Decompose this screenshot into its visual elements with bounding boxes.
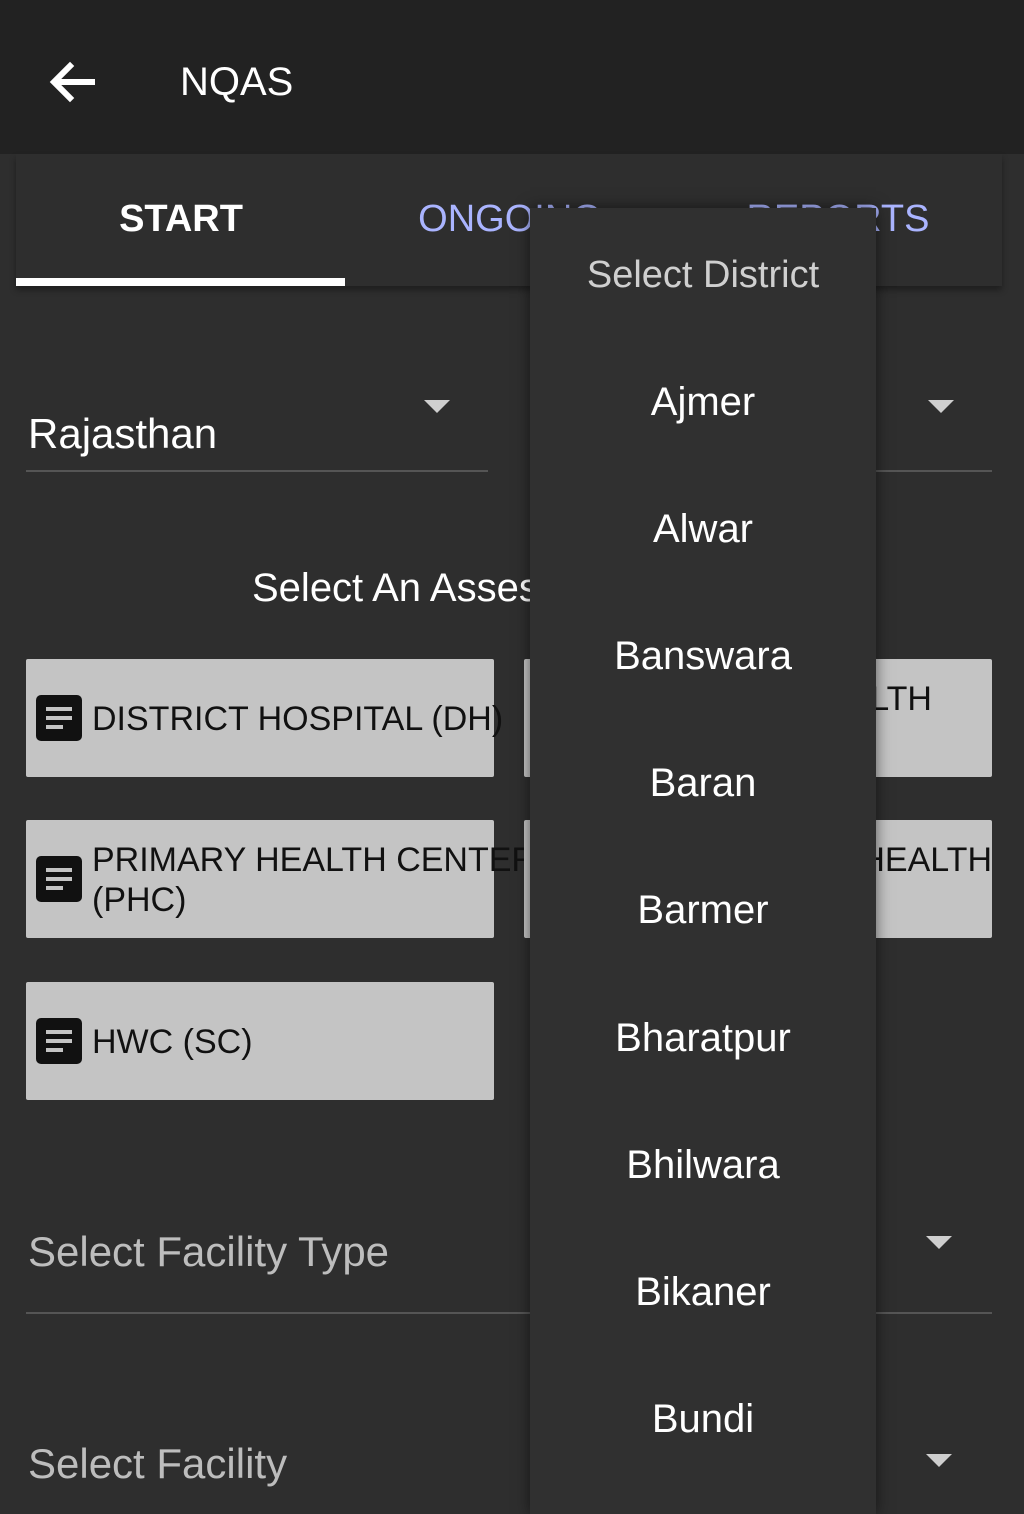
- active-tab-indicator: [16, 278, 345, 286]
- dropdown-title: Select District: [586, 254, 820, 296]
- district-option-banswara[interactable]: Banswara: [530, 634, 876, 679]
- card-label: HEALTH: [860, 841, 992, 879]
- district-option-bikaner[interactable]: Bikaner: [530, 1270, 876, 1315]
- card-label-line2: (PHC): [92, 881, 187, 919]
- hwc-sc-button[interactable]: HWC (SC): [26, 982, 494, 1100]
- district-option-alwar[interactable]: Alwar: [530, 507, 876, 552]
- tab-start[interactable]: START: [16, 198, 346, 241]
- caret-down-icon: [926, 1236, 952, 1249]
- state-spinner[interactable]: Rajasthan: [26, 390, 488, 472]
- card-label: PRIMARY HEALTH CENTER: [92, 841, 536, 879]
- card-label: DISTRICT HOSPITAL (DH): [92, 700, 504, 738]
- state-spinner-value: Rajasthan: [28, 410, 218, 457]
- facility-type-placeholder: Select Facility Type: [28, 1228, 390, 1275]
- arrow-left-icon[interactable]: [44, 54, 100, 110]
- app-title: NQAS: [180, 60, 294, 104]
- district-option-baran[interactable]: Baran: [530, 761, 876, 806]
- district-dropdown-popup: Select District Ajmer Alwar Banswara Bar…: [530, 208, 876, 1514]
- primary-health-center-button[interactable]: PRIMARY HEALTH CENTER (PHC): [26, 820, 536, 938]
- card-label: LTH: [870, 680, 932, 718]
- caret-down-icon: [424, 400, 450, 413]
- district-option-barmer[interactable]: Barmer: [530, 888, 876, 933]
- caret-down-icon: [926, 1454, 952, 1467]
- district-option-bharatpur[interactable]: Bharatpur: [530, 1016, 876, 1061]
- app-bar: NQAS: [0, 0, 1024, 154]
- document-icon: [36, 856, 82, 902]
- document-icon: [36, 1018, 82, 1064]
- facility-placeholder: Select Facility: [28, 1440, 288, 1487]
- district-option-bhilwara[interactable]: Bhilwara: [530, 1143, 876, 1188]
- card-label: HWC (SC): [92, 1023, 253, 1061]
- district-option-bundi[interactable]: Bundi: [530, 1397, 876, 1442]
- district-hospital-button[interactable]: DISTRICT HOSPITAL (DH): [26, 659, 503, 777]
- district-option-ajmer[interactable]: Ajmer: [530, 380, 876, 425]
- document-icon: [36, 695, 82, 741]
- caret-down-icon: [928, 400, 954, 413]
